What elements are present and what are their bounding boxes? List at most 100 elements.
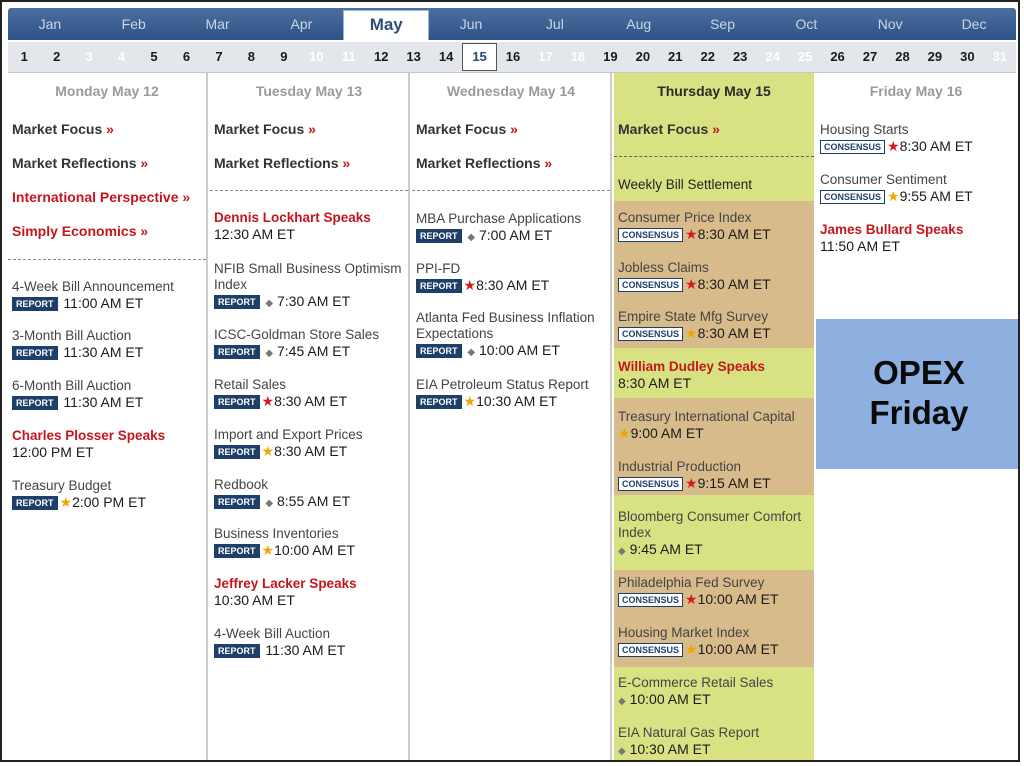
event-item[interactable]: MBA Purchase Applications REPORT ◆ 7:00 … [416, 211, 608, 246]
consensus-badge[interactable]: CONSENSUS [618, 327, 684, 341]
month-oct[interactable]: Oct [764, 8, 848, 40]
event-item[interactable]: Retail Sales REPORT ★8:30 AM ET [214, 377, 406, 410]
day-29[interactable]: 29 [919, 42, 951, 72]
event-item[interactable]: Business Inventories REPORT ★10:00 AM ET [214, 526, 406, 559]
report-badge[interactable]: REPORT [214, 644, 260, 658]
day-1[interactable]: 1 [8, 42, 40, 72]
day-27[interactable]: 27 [854, 42, 886, 72]
report-badge[interactable]: REPORT [12, 346, 58, 360]
event-item[interactable]: Housing Market Index CONSENSUS ★10:00 AM … [618, 625, 812, 658]
report-badge[interactable]: REPORT [214, 345, 260, 359]
event-time: 8:30 AM ET [697, 276, 771, 292]
day-16[interactable]: 16 [497, 42, 529, 72]
day-2[interactable]: 2 [40, 42, 72, 72]
consensus-badge[interactable]: CONSENSUS [820, 190, 886, 204]
month-sep[interactable]: Sep [681, 8, 765, 40]
report-badge[interactable]: REPORT [214, 445, 260, 459]
report-badge[interactable]: REPORT [12, 496, 58, 510]
link-simply-economics[interactable]: Simply Economics » [12, 223, 148, 239]
event-item[interactable]: PPI-FD REPORT ★8:30 AM ET [416, 261, 608, 294]
event-item[interactable]: 4-Week Bill Announcement REPORT 11:00 AM… [12, 279, 204, 312]
day-7[interactable]: 7 [203, 42, 235, 72]
event-item[interactable]: Housing Starts CONSENSUS ★8:30 AM ET [820, 122, 1014, 155]
link-market-focus[interactable]: Market Focus » [618, 121, 720, 137]
day-5[interactable]: 5 [138, 42, 170, 72]
event-item[interactable]: Jeffrey Lacker Speaks 10:30 AM ET [214, 576, 406, 609]
day-6[interactable]: 6 [170, 42, 202, 72]
report-badge[interactable]: REPORT [12, 297, 58, 311]
event-item[interactable]: Dennis Lockhart Speaks 12:30 AM ET [214, 210, 406, 243]
event-item[interactable]: EIA Natural Gas Report ◆ 10:30 AM ET [618, 725, 812, 760]
event-item[interactable]: NFIB Small Business Optimism Index REPOR… [214, 261, 406, 312]
day-30[interactable]: 30 [951, 42, 983, 72]
event-item[interactable]: 4-Week Bill Auction REPORT 11:30 AM ET [214, 626, 406, 659]
event-item[interactable]: Bloomberg Consumer Comfort Index ◆ 9:45 … [618, 509, 812, 560]
event-item[interactable]: Treasury International Capital ★9:00 AM … [618, 409, 812, 442]
report-badge[interactable]: REPORT [214, 395, 260, 409]
day-14[interactable]: 14 [430, 42, 462, 72]
month-aug[interactable]: Aug [597, 8, 681, 40]
event-item[interactable]: ICSC-Goldman Store Sales REPORT ◆ 7:45 A… [214, 327, 406, 362]
day-15[interactable]: 15 [462, 43, 497, 71]
event-item[interactable]: James Bullard Speaks 11:50 AM ET [820, 222, 1014, 255]
event-item[interactable]: Consumer Price Index CONSENSUS ★8:30 AM E… [618, 210, 812, 243]
event-item[interactable]: Empire State Mfg Survey CONSENSUS ★8:30 A… [618, 309, 812, 342]
event-item[interactable]: Charles Plosser Speaks 12:00 PM ET [12, 428, 204, 461]
consensus-badge[interactable]: CONSENSUS [618, 477, 684, 491]
month-mar[interactable]: Mar [176, 8, 260, 40]
report-badge[interactable]: REPORT [416, 395, 462, 409]
report-badge[interactable]: REPORT [214, 495, 260, 509]
report-badge[interactable]: REPORT [214, 544, 260, 558]
month-jun[interactable]: Jun [429, 8, 513, 40]
day-12[interactable]: 12 [365, 42, 397, 72]
day-26[interactable]: 26 [821, 42, 853, 72]
link-market-focus[interactable]: Market Focus » [214, 121, 316, 137]
event-item[interactable]: Industrial Production CONSENSUS ★9:15 AM … [618, 459, 812, 492]
day-22[interactable]: 22 [692, 42, 724, 72]
consensus-badge[interactable]: CONSENSUS [618, 593, 684, 607]
day-20[interactable]: 20 [627, 42, 659, 72]
event-item[interactable]: Redbook REPORT ◆ 8:55 AM ET [214, 477, 406, 512]
day-23[interactable]: 23 [724, 42, 756, 72]
month-dec[interactable]: Dec [932, 8, 1016, 40]
event-item[interactable]: Consumer Sentiment CONSENSUS ★9:55 AM ET [820, 172, 1014, 205]
month-feb[interactable]: Feb [92, 8, 176, 40]
day-28[interactable]: 28 [886, 42, 918, 72]
consensus-badge[interactable]: CONSENSUS [618, 228, 684, 242]
report-badge[interactable]: REPORT [12, 396, 58, 410]
month-apr[interactable]: Apr [259, 8, 343, 40]
report-badge[interactable]: REPORT [416, 344, 462, 358]
event-item[interactable]: Atlanta Fed Business Inflation Expectati… [416, 310, 608, 361]
day-13[interactable]: 13 [397, 42, 429, 72]
event-item[interactable]: Import and Export Prices REPORT ★8:30 AM … [214, 427, 406, 460]
consensus-badge[interactable]: CONSENSUS [820, 140, 886, 154]
day-9[interactable]: 9 [268, 42, 300, 72]
event-item[interactable]: E-Commerce Retail Sales ◆ 10:00 AM ET [618, 675, 812, 710]
event-item[interactable]: EIA Petroleum Status Report REPORT ★10:30… [416, 377, 608, 410]
day-19[interactable]: 19 [594, 42, 626, 72]
consensus-badge[interactable]: CONSENSUS [618, 278, 684, 292]
link-market-reflections[interactable]: Market Reflections » [214, 155, 350, 171]
event-item[interactable]: Philadelphia Fed Survey CONSENSUS ★10:00 … [618, 575, 812, 608]
report-badge[interactable]: REPORT [214, 295, 260, 309]
month-jul[interactable]: Jul [513, 8, 597, 40]
report-badge[interactable]: REPORT [416, 279, 462, 293]
day-21[interactable]: 21 [659, 42, 691, 72]
month-may[interactable]: May [343, 10, 430, 40]
link-market-reflections[interactable]: Market Reflections » [12, 155, 148, 171]
event-item[interactable]: 6-Month Bill Auction REPORT 11:30 AM ET [12, 378, 204, 411]
link-market-reflections[interactable]: Market Reflections » [416, 155, 552, 171]
link-market-focus[interactable]: Market Focus » [416, 121, 518, 137]
consensus-badge[interactable]: CONSENSUS [618, 643, 684, 657]
report-badge[interactable]: REPORT [416, 229, 462, 243]
event-item[interactable]: Treasury Budget REPORT ★2:00 PM ET [12, 478, 204, 511]
event-item[interactable]: 3-Month Bill Auction REPORT 11:30 AM ET [12, 328, 204, 361]
event-item[interactable]: Jobless Claims CONSENSUS ★8:30 AM ET [618, 260, 812, 293]
link-market-focus[interactable]: Market Focus » [12, 121, 114, 137]
event-item[interactable]: William Dudley Speaks 8:30 AM ET [618, 359, 812, 392]
link-international-perspective[interactable]: International Perspective » [12, 189, 190, 205]
event-item[interactable]: Weekly Bill Settlement [618, 177, 812, 193]
day-8[interactable]: 8 [235, 42, 267, 72]
month-nov[interactable]: Nov [848, 8, 932, 40]
month-jan[interactable]: Jan [8, 8, 92, 40]
